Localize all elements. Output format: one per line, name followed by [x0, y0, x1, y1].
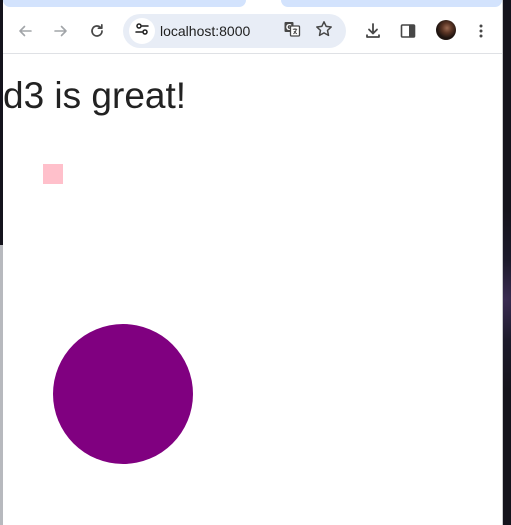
tab-strip — [3, 0, 502, 9]
side-panel-button[interactable] — [393, 16, 423, 46]
d3-drawing-canvas — [43, 164, 193, 464]
profile-avatar[interactable] — [436, 20, 456, 40]
browser-window: localhost:8000 G d3 is great! — [3, 0, 503, 525]
translate-icon: G — [283, 20, 301, 43]
reload-button[interactable] — [82, 16, 112, 46]
tab-left[interactable] — [3, 0, 246, 7]
downloads-button[interactable] — [358, 16, 388, 46]
page-content: d3 is great! — [3, 54, 502, 525]
kebab-menu-icon — [473, 23, 489, 39]
reload-icon — [89, 23, 105, 39]
tune-icon — [134, 21, 150, 42]
browser-toolbar: localhost:8000 G — [3, 9, 502, 54]
pink-square — [43, 164, 63, 184]
site-info-button[interactable] — [129, 18, 155, 44]
bookmark-button[interactable] — [311, 18, 337, 44]
url-text[interactable]: localhost:8000 — [160, 23, 250, 39]
arrow-left-icon — [17, 23, 33, 39]
address-bar[interactable]: localhost:8000 G — [123, 14, 346, 48]
tab-right[interactable] — [281, 0, 502, 7]
back-button[interactable] — [10, 16, 40, 46]
star-icon — [315, 20, 333, 43]
arrow-right-icon — [53, 23, 69, 39]
purple-circle — [53, 324, 193, 464]
side-panel-icon — [400, 23, 416, 39]
translate-button[interactable]: G — [279, 18, 305, 44]
download-icon — [364, 22, 382, 40]
menu-button[interactable] — [466, 16, 496, 46]
forward-button[interactable] — [46, 16, 76, 46]
